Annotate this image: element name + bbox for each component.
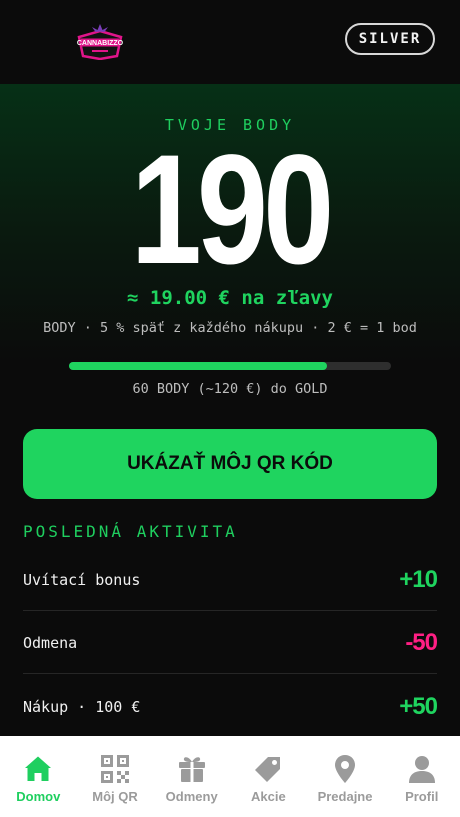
recent-activity-title: POSLEDNÁ AKTIVITA (23, 522, 238, 541)
points-value: 190 (130, 123, 335, 297)
tier-progress-fill (69, 362, 327, 370)
tab-label: Môj QR (92, 789, 138, 804)
tag-icon (255, 757, 281, 782)
tier-progress-bar (69, 362, 391, 370)
tab-my-qr[interactable]: Môj QR (77, 736, 154, 817)
activity-item: Odmena -50 (23, 612, 438, 674)
points-rule: BODY · 5 % späť z každého nákupu · 2 € =… (43, 320, 417, 336)
activity-label: Uvítací bonus (23, 570, 141, 589)
activity-value: +50 (399, 693, 438, 720)
home-icon (25, 756, 52, 781)
tab-rewards[interactable]: Odmeny (153, 736, 230, 817)
tier-badge[interactable]: SILVER (345, 23, 435, 55)
logo-text: CANNABIZZO (77, 40, 124, 47)
bottom-nav: Domov Môj QR Odmeny Akcie Predajne Profi… (0, 736, 460, 817)
cannabizzo-logo[interactable]: CANNABIZZO (76, 22, 124, 61)
tab-promotions[interactable]: Akcie (230, 736, 307, 817)
activity-label: Odmena (23, 633, 78, 652)
tier-progress-label: 60 BODY (~120 €) do GOLD (132, 381, 328, 397)
tab-label: Domov (16, 789, 61, 804)
activity-item: Uvítací bonus +10 (23, 549, 438, 611)
activity-label: Nákup · 100 € (23, 698, 141, 716)
user-icon (408, 756, 435, 783)
tab-label: Akcie (251, 789, 286, 804)
location-pin-icon (335, 755, 356, 783)
qr-code-icon (101, 755, 129, 783)
top-bar: CANNABIZZO SILVER (0, 0, 460, 84)
gift-icon (178, 757, 205, 782)
tab-stores[interactable]: Predajne (307, 736, 384, 817)
activity-value: -50 (405, 628, 438, 656)
tab-label: Predajne (317, 789, 373, 804)
discount-value: ≈ 19.00 € na zľavy (127, 287, 333, 309)
tab-profile[interactable]: Profil (383, 736, 460, 817)
tab-label: Profil (405, 789, 439, 804)
tab-label: Odmeny (165, 789, 218, 804)
tab-home[interactable]: Domov (0, 736, 77, 817)
activity-value: +10 (399, 565, 438, 593)
show-qr-button[interactable]: UKÁZAŤ MÔJ QR KÓD (23, 429, 437, 499)
activity-item: Nákup · 100 € +50 (23, 676, 438, 738)
